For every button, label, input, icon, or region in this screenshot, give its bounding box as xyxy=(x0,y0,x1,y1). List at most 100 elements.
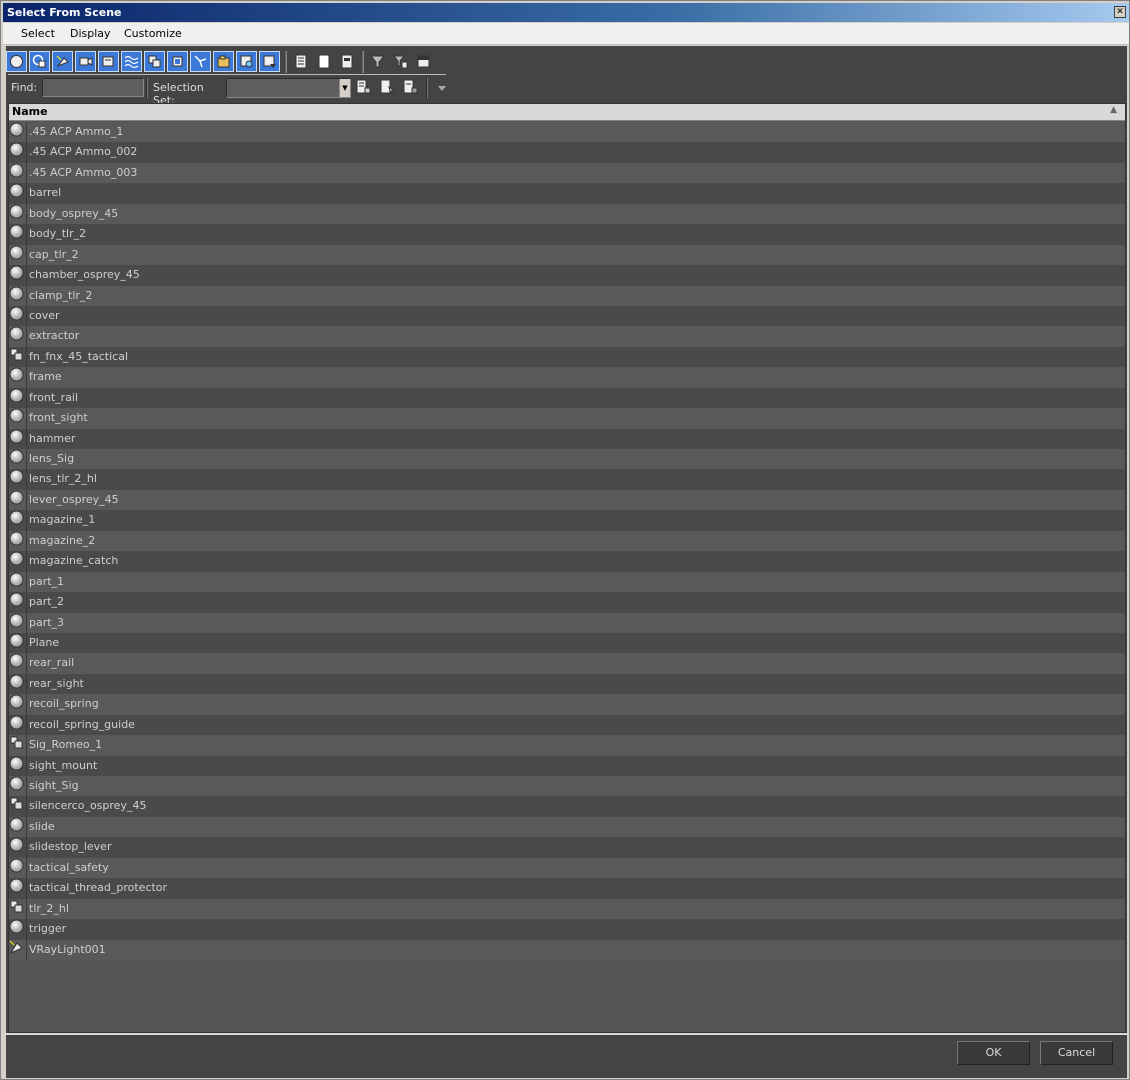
list-item[interactable]: frame xyxy=(9,367,1125,388)
list-item[interactable]: Plane xyxy=(9,632,1125,654)
ok-button[interactable]: OK xyxy=(957,1041,1030,1065)
item-name: slidestop_lever xyxy=(29,840,112,854)
list-item[interactable]: front_sight xyxy=(9,408,1125,429)
list-item[interactable]: tactical_safety xyxy=(9,857,1125,879)
helpers-icon[interactable] xyxy=(98,51,119,72)
filter-options-icon[interactable] xyxy=(390,51,411,72)
dropdown-arrow-icon[interactable] xyxy=(436,82,454,100)
lights-icon[interactable] xyxy=(52,51,73,72)
list-item[interactable]: extractor xyxy=(9,326,1125,347)
geometry-icon xyxy=(9,919,25,939)
list-item[interactable]: sight_mount xyxy=(9,755,1125,776)
list-item[interactable]: front_rail xyxy=(9,387,1125,409)
cameras-icon[interactable] xyxy=(75,51,96,72)
menu-select[interactable]: Select xyxy=(21,27,55,40)
list-item[interactable]: clamp_tlr_2 xyxy=(9,285,1125,306)
list-item[interactable]: recoil_spring xyxy=(9,694,1125,715)
list-item[interactable]: hammer xyxy=(9,428,1125,449)
list-item[interactable]: magazine_catch xyxy=(9,551,1125,572)
list-item[interactable]: lever_osprey_45 xyxy=(9,489,1125,511)
chevron-down-icon[interactable]: ▼ xyxy=(339,79,350,97)
list-item[interactable]: magazine_1 xyxy=(9,510,1125,531)
row-divider xyxy=(26,612,27,633)
find-input[interactable] xyxy=(42,78,144,97)
list-item[interactable]: part_2 xyxy=(9,592,1125,613)
add-to-selection-set-icon[interactable] xyxy=(379,79,397,97)
list-item[interactable]: slidestop_lever xyxy=(9,837,1125,858)
groups-icon[interactable] xyxy=(144,51,165,72)
menu-customize[interactable]: Customize xyxy=(124,27,182,40)
collapse-icon[interactable] xyxy=(413,51,434,72)
list-item[interactable]: lens_tlr_2_hl xyxy=(9,469,1125,490)
list-item[interactable]: rear_rail xyxy=(9,653,1125,674)
scene-object-list[interactable]: Name ▲ .45 ACP Ammo_1.45 ACP Ammo_002 .45… xyxy=(8,103,1126,1033)
xrefs-icon[interactable] xyxy=(167,51,188,72)
list-item[interactable]: barrel xyxy=(9,183,1125,204)
list-item[interactable]: rear_sight xyxy=(9,673,1125,695)
geometry-icon xyxy=(9,306,25,326)
shapes-icon[interactable] xyxy=(29,51,50,72)
geometry-icon xyxy=(9,858,25,878)
spacewarps-icon[interactable] xyxy=(121,51,142,72)
geometry-icon xyxy=(9,142,25,162)
name-header-label: Name xyxy=(12,105,48,118)
list-item[interactable]: trigger xyxy=(9,919,1125,940)
list-item[interactable]: cover xyxy=(9,305,1125,327)
item-name: .45 ACP Ammo_003 xyxy=(29,165,138,179)
list-item[interactable]: Sig_Romeo_1 xyxy=(9,735,1125,756)
geometry-icon xyxy=(9,653,25,673)
select-all-icon[interactable] xyxy=(290,51,311,72)
geometry-icon xyxy=(9,326,25,346)
list-item[interactable]: magazine_2 xyxy=(9,530,1125,552)
row-divider xyxy=(26,816,27,838)
menu-display[interactable]: Display xyxy=(70,27,111,40)
list-item[interactable]: .45 ACP Ammo_1 xyxy=(9,122,1125,143)
geometry-icon xyxy=(9,204,25,224)
list-item[interactable]: slide xyxy=(9,816,1125,838)
geometry-icon xyxy=(9,408,25,428)
hidden-icon[interactable] xyxy=(259,51,280,72)
remove-from-selection-set-icon[interactable] xyxy=(402,79,420,97)
menu-bar: Select Display Customize xyxy=(3,23,1129,45)
item-name: cap_tlr_2 xyxy=(29,247,79,261)
list-item[interactable]: part_3 xyxy=(9,612,1125,633)
geometry-icon xyxy=(9,715,25,735)
list-item[interactable]: .45 ACP Ammo_002 xyxy=(9,142,1125,163)
list-item[interactable]: lens_Sig xyxy=(9,449,1125,470)
list-item[interactable]: VRayLight001 xyxy=(9,939,1125,960)
list-item[interactable]: body_osprey_45 xyxy=(9,203,1125,225)
group-icon xyxy=(9,899,25,919)
containers-icon[interactable] xyxy=(213,51,234,72)
row-divider xyxy=(26,592,27,613)
item-name: part_1 xyxy=(29,574,65,588)
close-button[interactable]: ✕ xyxy=(1114,6,1126,18)
row-divider xyxy=(26,632,27,654)
select-none-icon[interactable] xyxy=(313,51,334,72)
selection-set-dropdown[interactable]: ▼ xyxy=(226,78,351,98)
list-item[interactable]: sight_Sig xyxy=(9,776,1125,797)
geometry-icon[interactable] xyxy=(6,51,27,72)
list-item[interactable]: recoil_spring_guide xyxy=(9,714,1125,736)
list-item[interactable]: .45 ACP Ammo_003 xyxy=(9,162,1125,184)
title-bar[interactable]: Select From Scene ✕ xyxy=(3,3,1129,22)
list-item[interactable]: silencerco_osprey_45 xyxy=(9,796,1125,817)
list-item[interactable]: fn_fnx_45_tactical xyxy=(9,346,1125,368)
filter-icon[interactable] xyxy=(367,51,388,72)
item-name: magazine_1 xyxy=(29,513,96,527)
list-item[interactable]: tactical_thread_protector xyxy=(9,878,1125,899)
select-invert-icon[interactable] xyxy=(336,51,357,72)
list-item[interactable]: chamber_osprey_45 xyxy=(9,265,1125,286)
geometry-icon xyxy=(9,694,25,714)
create-selection-set-icon[interactable] xyxy=(355,79,373,97)
item-name: part_2 xyxy=(29,595,65,609)
row-divider xyxy=(26,244,27,266)
cancel-button[interactable]: Cancel xyxy=(1040,1041,1113,1065)
geometry-icon xyxy=(9,265,25,285)
list-item[interactable]: tlr_2_hl xyxy=(9,898,1125,920)
list-item[interactable]: body_tlr_2 xyxy=(9,224,1125,245)
name-column-header[interactable]: Name ▲ xyxy=(9,104,1125,121)
list-item[interactable]: part_1 xyxy=(9,571,1125,593)
frozen-icon[interactable] xyxy=(236,51,257,72)
bones-icon[interactable] xyxy=(190,51,211,72)
list-item[interactable]: cap_tlr_2 xyxy=(9,244,1125,266)
